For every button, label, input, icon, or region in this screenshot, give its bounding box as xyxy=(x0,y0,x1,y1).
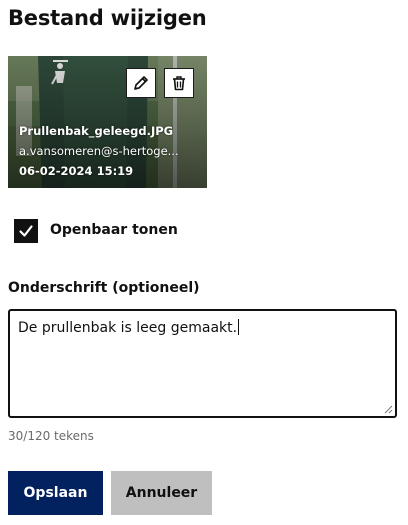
pencil-icon xyxy=(134,76,148,90)
public-checkbox[interactable] xyxy=(14,219,38,243)
caption-label: Onderschrift (optioneel) xyxy=(8,280,200,296)
caption-textarea[interactable]: De prullenbak is leeg gemaakt. xyxy=(8,309,397,418)
delete-file-button[interactable] xyxy=(164,68,194,98)
file-uploader: a.vansomeren@s-hertoge... xyxy=(19,144,179,158)
file-name: Prullenbak_geleegd.JPG xyxy=(19,124,174,138)
caption-text: De prullenbak is leeg gemaakt. xyxy=(18,320,238,336)
page-title: Bestand wijzigen xyxy=(8,6,207,30)
character-counter: 30/120 tekens xyxy=(8,429,94,443)
edit-file-button[interactable] xyxy=(126,68,156,98)
checkmark-icon xyxy=(19,225,33,237)
file-thumbnail[interactable]: Prullenbak_geleegd.JPG a.vansomeren@s-he… xyxy=(8,56,207,188)
text-caret xyxy=(238,319,240,335)
save-button[interactable]: Opslaan xyxy=(8,471,103,515)
file-date: 06-02-2024 15:19 xyxy=(19,164,134,178)
cancel-button[interactable]: Annuleer xyxy=(111,471,212,515)
resize-handle-icon[interactable] xyxy=(383,404,393,414)
public-checkbox-label[interactable]: Openbaar tonen xyxy=(50,222,178,238)
trash-icon xyxy=(173,76,185,91)
